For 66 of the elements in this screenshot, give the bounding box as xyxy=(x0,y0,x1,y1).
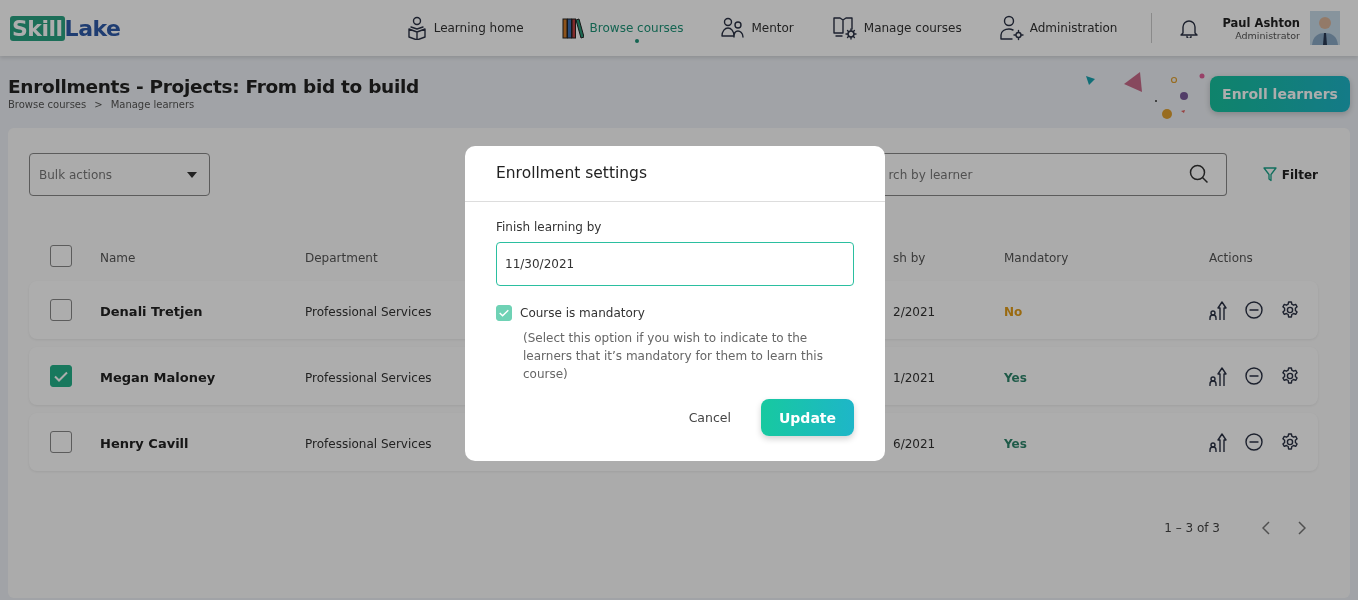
learner-name: Henry Cavill xyxy=(100,435,189,451)
pagination-range: 1 – 3 of 3 xyxy=(1164,521,1220,535)
date-cell: 6/2021 xyxy=(893,436,936,451)
modal-title: Enrollment settings xyxy=(465,146,885,202)
settings-icon[interactable] xyxy=(1281,367,1299,385)
checkmark-icon xyxy=(54,370,68,382)
learner-name: Megan Maloney xyxy=(100,369,216,385)
row-checkbox[interactable] xyxy=(50,365,72,387)
books-icon xyxy=(561,17,584,39)
department-cell: Professional Services xyxy=(305,304,432,319)
date-input-field[interactable]: 11/30/2021 xyxy=(496,242,854,286)
date-cell: 2/2021 xyxy=(893,304,936,319)
breadcrumb-separator: > xyxy=(94,99,103,110)
search-field[interactable]: rch by learner xyxy=(884,153,1227,196)
column-header: Department xyxy=(305,250,378,265)
remove-circle-icon[interactable] xyxy=(1245,367,1263,385)
caret-icon xyxy=(186,171,197,178)
logo[interactable]: SkillLake xyxy=(10,15,121,41)
person-gear-icon xyxy=(999,15,1024,41)
checkmark-icon xyxy=(499,309,509,317)
filter-icon xyxy=(1262,167,1277,182)
checkbox-label: Course is mandatory xyxy=(520,306,645,320)
nav-link[interactable]: Administration xyxy=(999,13,1118,43)
settings-icon[interactable] xyxy=(1281,301,1299,319)
user-name: Paul Ashton xyxy=(1222,15,1300,30)
column-header: Mandatory xyxy=(1004,250,1069,265)
department-cell: Professional Services xyxy=(305,436,432,451)
field-label: Finish learning by xyxy=(496,220,603,234)
cancel-button[interactable]: Cancel xyxy=(688,410,731,425)
column-header: Actions xyxy=(1209,250,1253,265)
next-page-icon[interactable] xyxy=(1298,521,1306,535)
book-gear-icon xyxy=(831,15,858,41)
user-role: Administrator xyxy=(1234,29,1300,41)
settings-icon[interactable] xyxy=(1281,433,1299,451)
department-cell: Professional Services xyxy=(305,370,432,385)
filter-button[interactable]: Filter xyxy=(1262,167,1318,182)
nav-link[interactable]: Learning home xyxy=(405,13,524,43)
mandatory-checkbox[interactable] xyxy=(496,305,512,321)
remove-circle-icon[interactable] xyxy=(1245,301,1263,319)
mandatory-status: No xyxy=(1004,304,1023,319)
person-arrow-icon[interactable] xyxy=(1209,300,1227,320)
bulk-actions-dropdown[interactable]: Bulk actions xyxy=(29,153,210,196)
previous-page-icon[interactable] xyxy=(1262,521,1270,535)
date-cell: 1/2021 xyxy=(893,370,936,385)
search-icon xyxy=(1188,164,1209,184)
help-text: (Select this option if you wish to indicate to the learners that it’s mandatory for them to learn this course) xyxy=(523,330,824,383)
notification-bell-icon[interactable] xyxy=(1180,18,1199,38)
mandatory-status: Yes xyxy=(1004,436,1027,451)
nav-link[interactable]: Mentor xyxy=(721,13,794,43)
column-header: sh by xyxy=(893,250,926,265)
person-arrow-icon[interactable] xyxy=(1209,432,1227,452)
row-checkbox[interactable] xyxy=(50,431,72,453)
two-people-icon xyxy=(721,17,746,39)
nav-link[interactable]: Manage courses xyxy=(831,13,962,43)
row-checkbox[interactable] xyxy=(50,299,72,321)
select-all-checkbox[interactable] xyxy=(50,245,72,267)
page-title: Enrollments - Projects: From bid to build xyxy=(8,76,419,97)
breadcrumb-link[interactable]: Browse courses xyxy=(8,99,87,110)
remove-circle-icon[interactable] xyxy=(1245,433,1263,451)
breadcrumb-link[interactable]: Manage learners xyxy=(110,99,195,110)
learner-name: Denali Tretjen xyxy=(100,303,203,319)
avatar[interactable] xyxy=(1310,11,1340,45)
column-header: Name xyxy=(100,250,136,265)
mandatory-status: Yes xyxy=(1004,370,1027,385)
reading-person-icon xyxy=(405,16,428,40)
person-arrow-icon[interactable] xyxy=(1209,366,1227,386)
